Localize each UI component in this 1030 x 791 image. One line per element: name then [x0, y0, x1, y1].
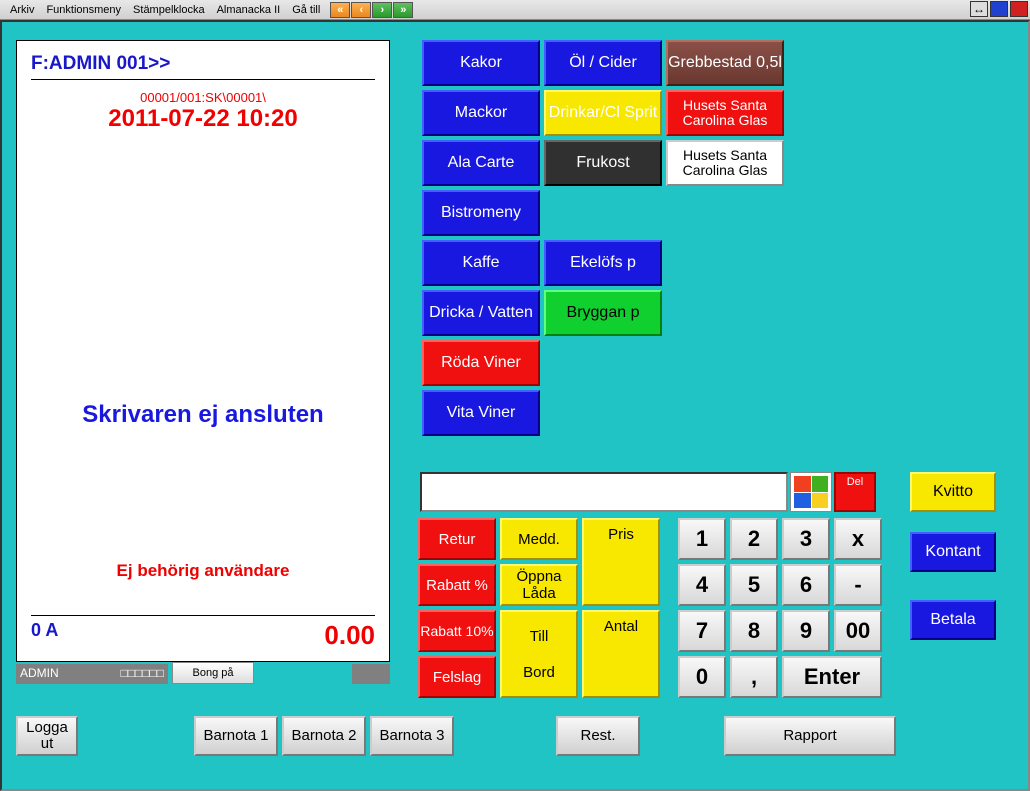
admin-boxes: □□□□□□ [121, 666, 165, 682]
menu-stampelklocka[interactable]: Stämpelklocka [127, 4, 211, 16]
rabatt-pct-button[interactable]: Rabatt % [418, 564, 496, 606]
felslag-button[interactable]: Felslag [418, 656, 496, 698]
key-1[interactable]: 1 [678, 518, 726, 560]
receipt-code: 00001/001:SK\00001\ [31, 90, 375, 105]
key-0[interactable]: 0 [678, 656, 726, 698]
admin-status-bar: ADMIN □□□□□□ [16, 664, 168, 684]
key-4[interactable]: 4 [678, 564, 726, 606]
betala-button[interactable]: Betala [910, 600, 996, 640]
receipt-footer-left: 0 A [31, 620, 58, 651]
category-husets-white[interactable]: Husets Santa Carolina Glas [666, 140, 784, 186]
category-kakor[interactable]: Kakor [422, 40, 540, 86]
nav-next-icon[interactable]: › [372, 2, 392, 18]
category-vita-viner[interactable]: Vita Viner [422, 390, 540, 436]
till-bord-button[interactable]: Till Bord [500, 610, 578, 698]
category-roda-viner[interactable]: Röda Viner [422, 340, 540, 386]
medd-button[interactable]: Medd. [500, 518, 578, 560]
nav-prev-icon[interactable]: ‹ [351, 2, 371, 18]
close-icon[interactable] [1010, 1, 1028, 17]
barnota-3-button[interactable]: Barnota 3 [370, 716, 454, 756]
kontant-button[interactable]: Kontant [910, 532, 996, 572]
category-ekelofs[interactable]: Ekelöfs p [544, 240, 662, 286]
delete-button[interactable]: Del [834, 472, 876, 512]
retur-button[interactable]: Retur [418, 518, 496, 560]
rapport-button[interactable]: Rapport [724, 716, 896, 756]
rest-button[interactable]: Rest. [556, 716, 640, 756]
receipt-panel: F:ADMIN 001>> 00001/001:SK\00001\ 2011-0… [16, 40, 390, 662]
key-3[interactable]: 3 [782, 518, 830, 560]
key-00[interactable]: 00 [834, 610, 882, 652]
status-segment [352, 664, 390, 684]
receipt-message-auth: Ej behörig användare [31, 561, 375, 581]
menubar: Arkiv Funktionsmeny Stämpelklocka Almana… [0, 0, 1030, 20]
key-comma[interactable]: , [730, 656, 778, 698]
category-dricka[interactable]: Dricka / Vatten [422, 290, 540, 336]
category-kaffe[interactable]: Kaffe [422, 240, 540, 286]
bong-button[interactable]: Bong på [172, 662, 254, 684]
key-2[interactable]: 2 [730, 518, 778, 560]
resize-icon[interactable]: ↔ [970, 1, 988, 17]
key-dash[interactable]: - [834, 564, 882, 606]
menu-almanacka[interactable]: Almanacka II [211, 4, 287, 16]
app-area: F:ADMIN 001>> 00001/001:SK\00001\ 2011-0… [0, 20, 1030, 791]
key-5[interactable]: 5 [730, 564, 778, 606]
category-husets-red[interactable]: Husets Santa Carolina Glas [666, 90, 784, 136]
category-alacarte[interactable]: Ala Carte [422, 140, 540, 186]
key-7[interactable]: 7 [678, 610, 726, 652]
till-label: Till [530, 628, 549, 645]
receipt-date: 2011-07-22 10:20 [31, 105, 375, 133]
category-bryggan[interactable]: Bryggan p [544, 290, 662, 336]
category-drinkar[interactable]: Drinkar/Cl Sprit [544, 90, 662, 136]
receipt-total: 0.00 [324, 620, 375, 651]
bord-label: Bord [523, 664, 555, 681]
key-9[interactable]: 9 [782, 610, 830, 652]
kvitto-button[interactable]: Kvitto [910, 472, 996, 512]
logga-ut-button[interactable]: Logga ut [16, 716, 78, 756]
key-6[interactable]: 6 [782, 564, 830, 606]
key-8[interactable]: 8 [730, 610, 778, 652]
receipt-title: F:ADMIN 001>> [31, 53, 375, 80]
menu-funktionsmeny[interactable]: Funktionsmeny [40, 4, 127, 16]
receipt-message-printer: Skrivaren ej ansluten [31, 401, 375, 429]
antal-button[interactable]: Antal [582, 610, 660, 698]
category-mackor[interactable]: Mackor [422, 90, 540, 136]
barnota-1-button[interactable]: Barnota 1 [194, 716, 278, 756]
category-frukost[interactable]: Frukost [544, 140, 662, 186]
display-input[interactable] [420, 472, 788, 512]
rabatt-10-button[interactable]: Rabatt 10% [418, 610, 496, 652]
menu-arkiv[interactable]: Arkiv [4, 4, 40, 16]
nav-last-icon[interactable]: » [393, 2, 413, 18]
key-enter[interactable]: Enter [782, 656, 882, 698]
category-grebbestad[interactable]: Grebbestad 0,5l [666, 40, 784, 86]
pris-button[interactable]: Pris [582, 518, 660, 606]
barnota-2-button[interactable]: Barnota 2 [282, 716, 366, 756]
admin-label: ADMIN [20, 666, 59, 682]
windows-logo-icon[interactable] [790, 472, 832, 512]
minimize-icon[interactable] [990, 1, 1008, 17]
nav-first-icon[interactable]: « [330, 2, 350, 18]
category-ol-cider[interactable]: Öl / Cider [544, 40, 662, 86]
key-x[interactable]: x [834, 518, 882, 560]
category-bistromeny[interactable]: Bistromeny [422, 190, 540, 236]
menu-gatill[interactable]: Gå till [286, 4, 326, 16]
oppna-lada-button[interactable]: Öppna Låda [500, 564, 578, 606]
